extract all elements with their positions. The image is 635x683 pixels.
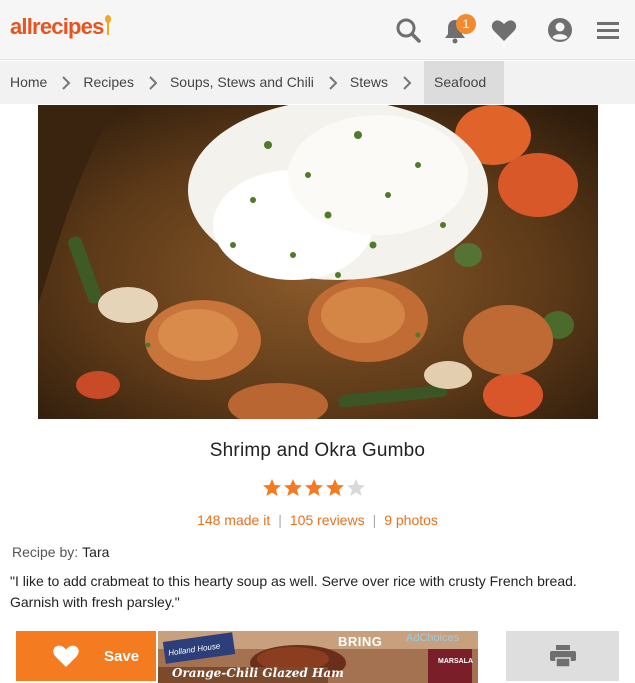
star-empty-icon bbox=[347, 479, 365, 496]
star-filled-icon bbox=[326, 479, 344, 496]
star-filled-icon bbox=[284, 479, 302, 496]
spoon-icon bbox=[104, 15, 111, 37]
breadcrumb-seafood[interactable]: Seafood bbox=[424, 61, 505, 104]
recipe-by: Recipe by: Tara bbox=[12, 544, 109, 560]
save-button[interactable]: Save bbox=[16, 631, 156, 681]
ad-product: MARSALA bbox=[438, 658, 473, 665]
recipe-stats: 148 made it | 105 reviews | 9 photos bbox=[0, 512, 635, 528]
recipe-by-label: Recipe by: bbox=[12, 544, 79, 560]
star-filled-icon bbox=[305, 479, 323, 496]
divider: | bbox=[372, 512, 377, 528]
recipe-title: Shrimp and Okra Gumbo bbox=[209, 440, 426, 461]
chevron-right-icon bbox=[148, 61, 158, 104]
user-icon[interactable] bbox=[546, 16, 574, 44]
notification-badge: 1 bbox=[456, 14, 476, 34]
heart-icon bbox=[53, 645, 79, 667]
made-it-link[interactable]: 148 made it bbox=[197, 512, 270, 528]
divider: | bbox=[278, 512, 282, 528]
top-header: allrecipes 1 bbox=[0, 0, 635, 60]
photos-link[interactable]: 9 photos bbox=[384, 512, 438, 528]
recipe-photo[interactable] bbox=[38, 105, 598, 419]
reviews-link[interactable]: 105 reviews bbox=[290, 512, 365, 528]
ad-caption: Orange-Chili Glazed Ham bbox=[172, 666, 344, 680]
breadcrumb-home[interactable]: Home bbox=[0, 61, 47, 104]
save-label: Save bbox=[104, 647, 140, 665]
allrecipes-logo[interactable]: allrecipes bbox=[10, 14, 111, 40]
printer-icon bbox=[549, 645, 576, 667]
heart-icon[interactable] bbox=[490, 16, 518, 44]
menu-icon[interactable] bbox=[594, 16, 622, 44]
breadcrumb-soups[interactable]: Soups, Stews and Chili bbox=[170, 61, 314, 104]
chevron-right-icon bbox=[328, 61, 338, 104]
star-filled-icon bbox=[263, 479, 281, 496]
breadcrumb-recipes[interactable]: Recipes bbox=[83, 61, 134, 104]
chevron-right-icon bbox=[402, 61, 412, 104]
search-icon[interactable] bbox=[394, 16, 422, 44]
rating-stars[interactable] bbox=[262, 478, 366, 498]
breadcrumb: Home Recipes Soups, Stews and Chili Stew… bbox=[0, 61, 635, 104]
advertisement-banner[interactable]: Holland House BRING AdChoices Orange-Chi… bbox=[158, 631, 478, 683]
ad-headline: BRING bbox=[338, 634, 383, 649]
author-link[interactable]: Tara bbox=[82, 544, 109, 560]
breadcrumb-stews[interactable]: Stews bbox=[350, 61, 388, 104]
chevron-right-icon bbox=[61, 61, 71, 104]
recipe-description: "I like to add crabmeat to this hearty s… bbox=[10, 573, 577, 610]
adchoices-link[interactable]: AdChoices bbox=[406, 632, 459, 644]
print-button[interactable] bbox=[506, 631, 619, 681]
